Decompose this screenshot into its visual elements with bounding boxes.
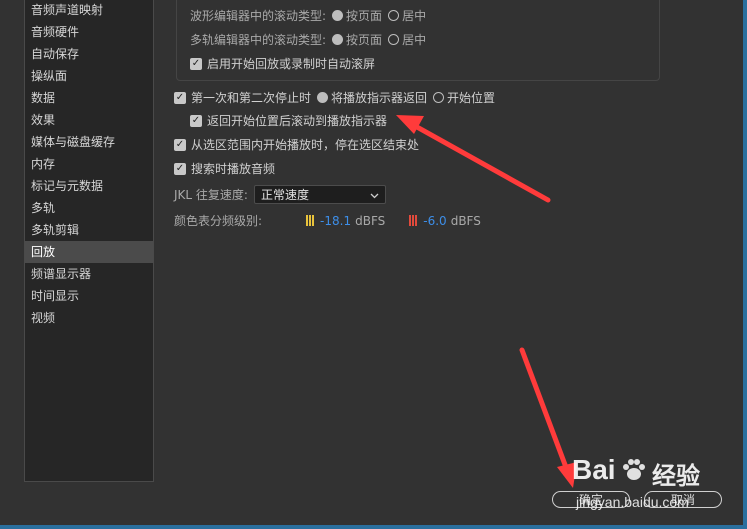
arrow-to-ok — [519, 347, 570, 473]
watermark-brand-cn: 经验 — [652, 462, 700, 490]
baidu-jingyan-watermark: Bai 经验 jingyan.baidu.com — [570, 450, 740, 522]
watermark-brand: Bai — [572, 454, 616, 485]
paw-icon — [620, 456, 648, 484]
preferences-window: 音频声道映射 音频硬件 自动保存 操纵面 数据 效果 媒体与磁盘缓存 内存 标记… — [0, 0, 747, 529]
watermark-url: jingyan.baidu.com — [576, 494, 689, 510]
arrow-to-option — [405, 119, 551, 203]
